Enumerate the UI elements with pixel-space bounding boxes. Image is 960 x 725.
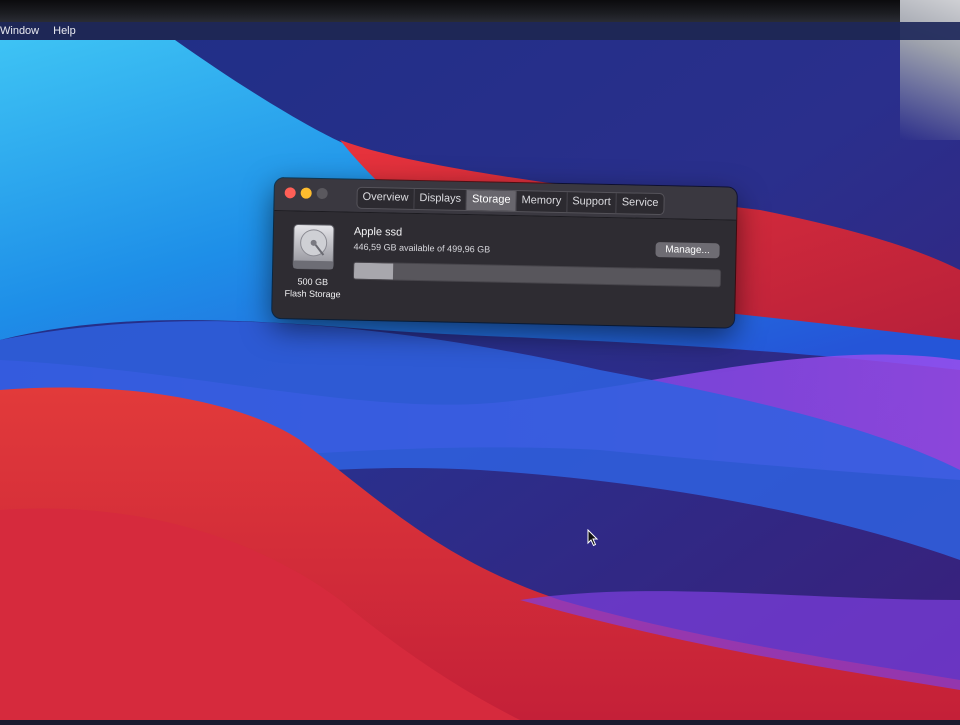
hard-drive-icon xyxy=(291,222,336,271)
manage-button[interactable]: Manage... xyxy=(655,241,720,259)
tab-overview[interactable]: Overview xyxy=(357,187,415,209)
menu-window[interactable]: Window xyxy=(0,25,39,37)
tab-displays[interactable]: Displays xyxy=(414,188,468,211)
tab-memory[interactable]: Memory xyxy=(516,191,568,213)
zoom-button xyxy=(316,187,328,200)
screen-bezel xyxy=(0,0,960,22)
menu-help[interactable]: Help xyxy=(53,25,76,37)
close-button[interactable] xyxy=(284,187,296,199)
about-this-mac-window: Overview Displays Storage Memory Support… xyxy=(272,178,737,328)
storage-usage-bar xyxy=(352,261,722,288)
volume-availability: 446,59 GB available of 499,96 GB xyxy=(353,241,491,255)
tab-service[interactable]: Service xyxy=(617,193,664,214)
tab-storage[interactable]: Storage xyxy=(466,190,517,212)
tab-bar: Overview Displays Storage Memory Support… xyxy=(356,186,665,216)
volume-name: Apple ssd xyxy=(353,225,403,239)
tab-support[interactable]: Support xyxy=(567,192,617,214)
desktop-wallpaper xyxy=(0,40,960,720)
storage-used-segment xyxy=(353,262,394,280)
background-glare xyxy=(900,0,960,140)
menu-bar: Window Help xyxy=(0,22,960,40)
disk-capacity: 500 GB xyxy=(297,276,329,288)
disk-type: Flash Storage xyxy=(284,288,341,300)
minimize-button[interactable] xyxy=(300,187,312,199)
mouse-cursor-icon xyxy=(587,528,599,552)
